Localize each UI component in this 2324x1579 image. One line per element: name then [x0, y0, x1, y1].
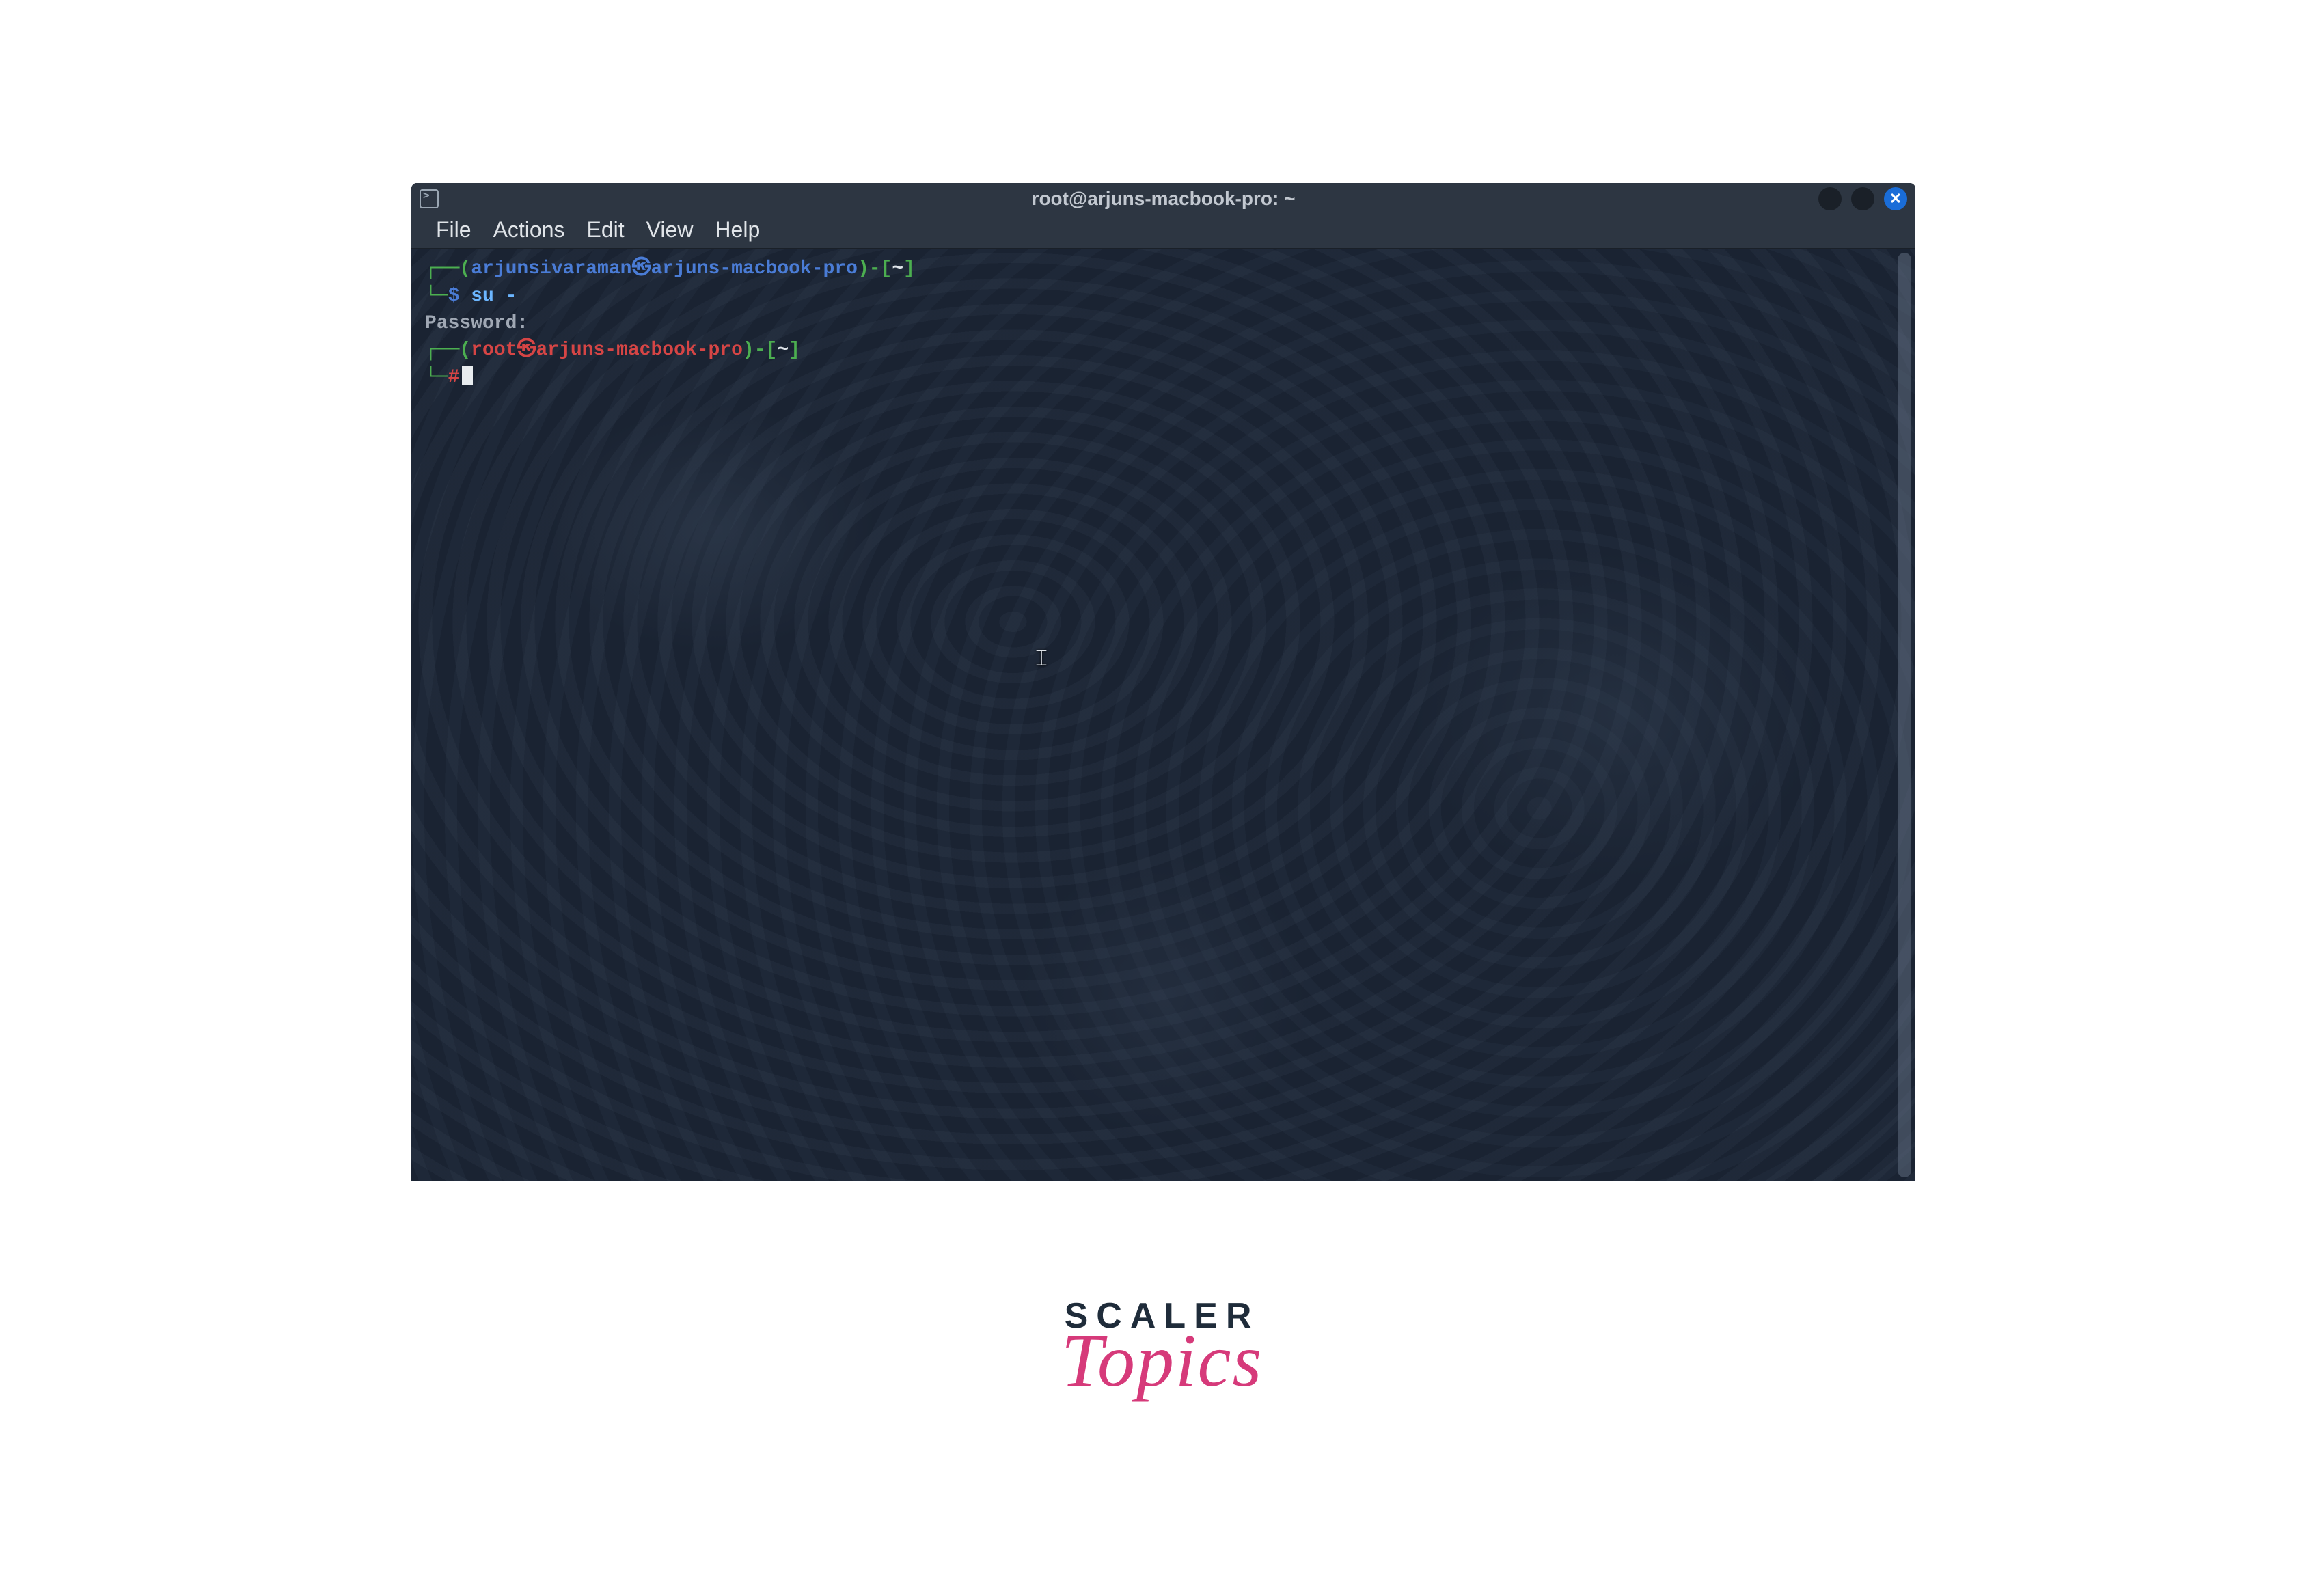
mouse-ibeam-icon: 𝙸	[1033, 642, 1050, 675]
text-cursor-icon	[462, 366, 473, 385]
menu-help[interactable]: Help	[705, 215, 769, 245]
terminal-app-icon	[420, 189, 439, 208]
terminal-body[interactable]: ┌──(arjunsivaraman㉿arjuns-macbook-pro)-[…	[411, 249, 1915, 1181]
menu-edit[interactable]: Edit	[577, 215, 634, 245]
window-titlebar: root@arjuns-macbook-pro: ~ ✕	[411, 183, 1915, 215]
root-command-line: └─#	[425, 364, 1902, 392]
terminal-scrollbar[interactable]	[1898, 253, 1911, 1177]
password-prompt-line: Password:	[425, 310, 1902, 338]
minimize-button[interactable]	[1818, 187, 1842, 210]
menubar: File Actions Edit View Help	[411, 215, 1915, 249]
maximize-button[interactable]	[1851, 187, 1874, 210]
logo-bottom-text: Topics	[1061, 1317, 1263, 1404]
prompt-line-user: ┌──(arjunsivaraman㉿arjuns-macbook-pro)-[…	[425, 256, 1902, 283]
prompt-line-root: ┌──(root㉿arjuns-macbook-pro)-[~]	[425, 337, 1902, 364]
menu-view[interactable]: View	[637, 215, 703, 245]
close-button[interactable]: ✕	[1884, 187, 1907, 210]
menu-file[interactable]: File	[426, 215, 481, 245]
command-line-su: └─$ su -	[425, 283, 1902, 310]
menu-actions[interactable]: Actions	[484, 215, 575, 245]
scaler-topics-logo: SCALER Topics	[1061, 1295, 1263, 1404]
terminal-window: root@arjuns-macbook-pro: ~ ✕ File Action…	[411, 183, 1915, 1181]
window-title: root@arjuns-macbook-pro: ~	[1032, 188, 1296, 210]
window-controls: ✕	[1818, 187, 1907, 210]
